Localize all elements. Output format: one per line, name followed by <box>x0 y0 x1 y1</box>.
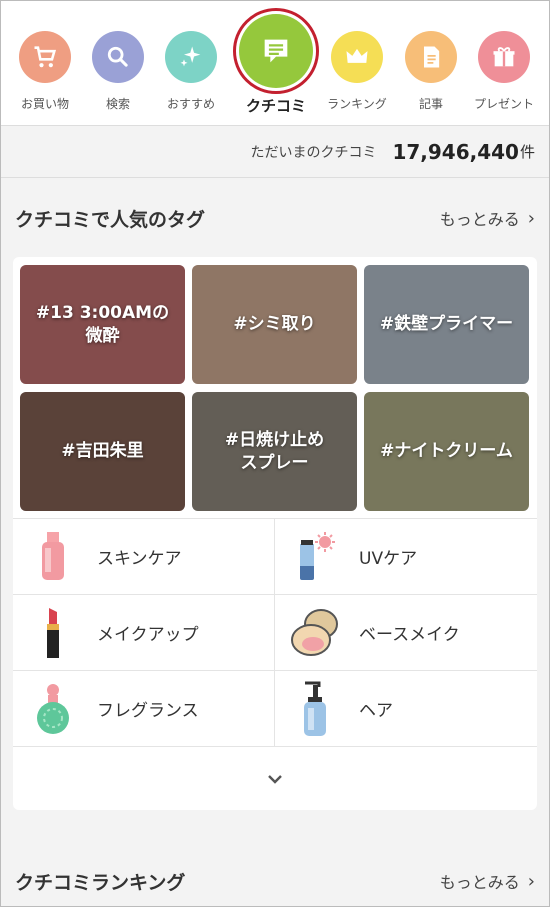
category-label: フレグランス <box>97 701 199 721</box>
lotion-bottle-icon <box>23 527 83 587</box>
expand-categories-button[interactable] <box>13 747 537 810</box>
gift-icon <box>478 31 530 83</box>
review-count-unit: 件 <box>519 143 535 161</box>
category-label: ベースメイク <box>359 625 460 645</box>
chevron-down-icon <box>268 774 282 784</box>
nav-recommend[interactable]: おすすめ <box>153 1 229 126</box>
nav-articles[interactable]: 記事 <box>393 1 469 126</box>
category-makeup[interactable]: メイクアップ <box>13 595 275 671</box>
tag-tile[interactable]: #シミ取り <box>192 265 357 384</box>
nav-label: プレゼント <box>473 97 534 111</box>
category-hair[interactable]: ヘア <box>275 671 537 747</box>
section-title: クチコミランキング <box>15 871 186 894</box>
category-label: メイクアップ <box>97 625 199 645</box>
category-base-makeup[interactable]: ベースメイク <box>275 595 537 671</box>
nav-presents[interactable]: プレゼント <box>466 1 542 126</box>
tag-tile[interactable]: #ナイトクリーム <box>364 392 529 511</box>
tag-label: #ナイトクリーム <box>380 441 513 462</box>
tag-label: #13 3:00AMの 微酔 <box>35 303 170 346</box>
review-count-row: ただいまのクチコミ 17,946,440 件 <box>1 126 549 178</box>
more-link-label: もっとみる <box>439 210 520 229</box>
category-uv-care[interactable]: UVケア <box>275 519 537 595</box>
more-link-label: もっとみる <box>439 873 520 892</box>
document-icon <box>405 31 457 83</box>
nav-label: ランキング <box>327 97 387 111</box>
tag-tile[interactable]: #13 3:00AMの 微酔 <box>20 265 185 384</box>
tag-tile[interactable]: #吉田朱里 <box>20 392 185 511</box>
pump-bottle-icon <box>285 679 345 739</box>
ranking-header: クチコミランキング もっとみる › <box>1 861 549 901</box>
nav-label: 記事 <box>418 97 443 111</box>
section-title: クチコミで人気のタグ <box>15 208 206 231</box>
category-label: スキンケア <box>97 549 182 569</box>
nav-shopping[interactable]: お買い物 <box>7 1 83 126</box>
review-count-label: ただいまのクチコミ <box>250 144 377 161</box>
nav-label: おすすめ <box>166 97 215 111</box>
sunscreen-icon <box>285 527 345 587</box>
chevron-right-icon: › <box>527 207 535 229</box>
nav-label: お買い物 <box>20 97 69 111</box>
top-navigation: お買い物 検索 おすすめ クチコミ ランキング 記事 プレゼント <box>1 1 549 126</box>
popular-tags-card: #13 3:00AMの 微酔 #シミ取り #鉄壁プライマー #吉田朱里 #日焼け止… <box>13 257 537 810</box>
nav-label: クチコミ <box>245 97 306 115</box>
tag-label: #鉄壁プライマー <box>379 314 514 335</box>
nav-ranking[interactable]: ランキング <box>319 1 395 126</box>
category-grid: スキンケア UVケア メイクアップ ベースメイク フレグランス ヘア <box>13 518 537 747</box>
sparkle-icon <box>165 31 217 83</box>
lipstick-icon <box>23 603 83 663</box>
more-link[interactable]: もっとみる › <box>440 206 535 230</box>
search-icon <box>92 31 144 83</box>
nav-label: 検索 <box>105 97 130 111</box>
crown-icon <box>331 31 383 83</box>
perfume-icon <box>23 679 83 739</box>
tag-tile[interactable]: #鉄壁プライマー <box>364 265 529 384</box>
tag-label: #吉田朱里 <box>61 441 144 462</box>
category-skincare[interactable]: スキンケア <box>13 519 275 595</box>
nav-search[interactable]: 検索 <box>80 1 156 126</box>
popular-tags-header: クチコミで人気のタグ もっとみる › <box>1 198 549 238</box>
tag-label: #日焼け止め スプレー <box>224 430 325 473</box>
chevron-right-icon: › <box>527 870 535 892</box>
more-link[interactable]: もっとみる › <box>440 869 535 893</box>
compact-icon <box>285 603 345 663</box>
tag-tile[interactable]: #日焼け止め スプレー <box>192 392 357 511</box>
category-label: ヘア <box>359 701 393 721</box>
category-fragrance[interactable]: フレグランス <box>13 671 275 747</box>
review-count-value: 17,946,440 <box>392 139 519 164</box>
tag-label: #シミ取り <box>233 314 316 335</box>
chat-icon[interactable] <box>239 14 313 88</box>
category-label: UVケア <box>359 549 418 569</box>
cart-icon <box>19 31 71 83</box>
